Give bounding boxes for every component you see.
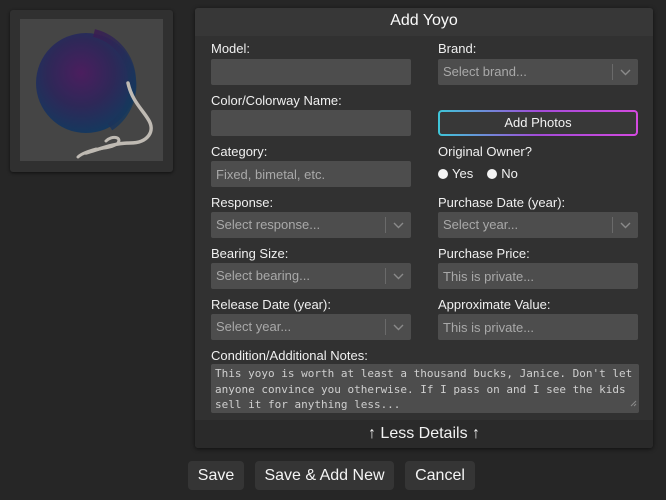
color-input-box[interactable] — [216, 110, 411, 136]
color-input[interactable] — [211, 110, 411, 136]
yoyo-photo — [20, 19, 163, 161]
approx-value-input[interactable] — [438, 314, 638, 340]
brand-select-value: Select brand... — [443, 64, 527, 79]
release-date-select[interactable]: Select year... — [211, 314, 411, 340]
approx-value-input-box[interactable] — [443, 314, 638, 340]
chevron-down-icon[interactable] — [392, 314, 404, 340]
purchase-price-input-box[interactable] — [443, 263, 638, 289]
select-separator — [385, 268, 386, 284]
select-separator — [385, 319, 386, 335]
brand-select[interactable]: Select brand... — [438, 59, 638, 85]
response-select-value: Select response... — [216, 217, 321, 232]
yoyo-photo-card — [10, 10, 173, 172]
purchase-date-select-value: Select year... — [443, 217, 519, 232]
purchase-price-input[interactable] — [438, 263, 638, 289]
bearing-select[interactable]: Select bearing... — [211, 263, 411, 289]
original-owner-label: Original Owner? — [438, 144, 532, 159]
bearing-label: Bearing Size: — [211, 246, 289, 261]
add-yoyo-panel: Add Yoyo Model: Brand: Select brand... C… — [195, 8, 653, 448]
chevron-down-icon[interactable] — [619, 59, 631, 85]
purchase-date-label: Purchase Date (year): — [438, 195, 566, 210]
panel-title: Add Yoyo — [195, 8, 653, 36]
add-photos-button[interactable]: Add Photos — [438, 110, 638, 136]
response-select[interactable]: Select response... — [211, 212, 411, 238]
select-separator — [385, 217, 386, 233]
release-date-select-value: Select year... — [216, 319, 292, 334]
chevron-down-icon[interactable] — [392, 263, 404, 289]
category-input-box[interactable] — [216, 161, 411, 187]
notes-textarea[interactable]: This yoyo is worth at least a thousand b… — [211, 364, 639, 413]
notes-label: Condition/Additional Notes: — [211, 348, 368, 363]
less-details-toggle[interactable]: ↑ Less Details ↑ — [195, 420, 653, 448]
release-date-label: Release Date (year): — [211, 297, 331, 312]
cancel-button[interactable]: Cancel — [405, 461, 475, 490]
radio-no[interactable]: No — [487, 166, 518, 181]
response-label: Response: — [211, 195, 274, 210]
radio-dot[interactable] — [487, 168, 498, 179]
yoyo-image — [36, 29, 153, 159]
color-label: Color/Colorway Name: — [211, 93, 342, 108]
purchase-date-select[interactable]: Select year... — [438, 212, 638, 238]
chevron-down-icon[interactable] — [619, 212, 631, 238]
chevron-down-icon[interactable] — [392, 212, 404, 238]
bearing-select-value: Select bearing... — [216, 268, 310, 283]
category-input[interactable] — [211, 161, 411, 187]
original-owner-radio-group: Yes No — [438, 166, 532, 181]
purchase-price-label: Purchase Price: — [438, 246, 530, 261]
select-separator — [612, 217, 613, 233]
select-separator — [612, 64, 613, 80]
radio-yes[interactable]: Yes — [438, 166, 473, 181]
save-add-new-button[interactable]: Save & Add New — [255, 461, 394, 490]
radio-dot[interactable] — [438, 168, 448, 179]
brand-label: Brand: — [438, 41, 477, 56]
notes-text: This yoyo is worth at least a thousand b… — [215, 367, 633, 411]
model-input[interactable] — [211, 59, 411, 85]
model-label: Model: — [211, 41, 251, 56]
category-label: Category: — [211, 144, 268, 159]
radio-yes-label: Yes — [452, 166, 474, 181]
resize-grip-icon[interactable] — [630, 396, 637, 412]
model-input-box[interactable] — [216, 59, 411, 85]
radio-no-label: No — [501, 166, 518, 181]
save-button[interactable]: Save — [188, 461, 244, 490]
approx-value-label: Approximate Value: — [438, 297, 551, 312]
